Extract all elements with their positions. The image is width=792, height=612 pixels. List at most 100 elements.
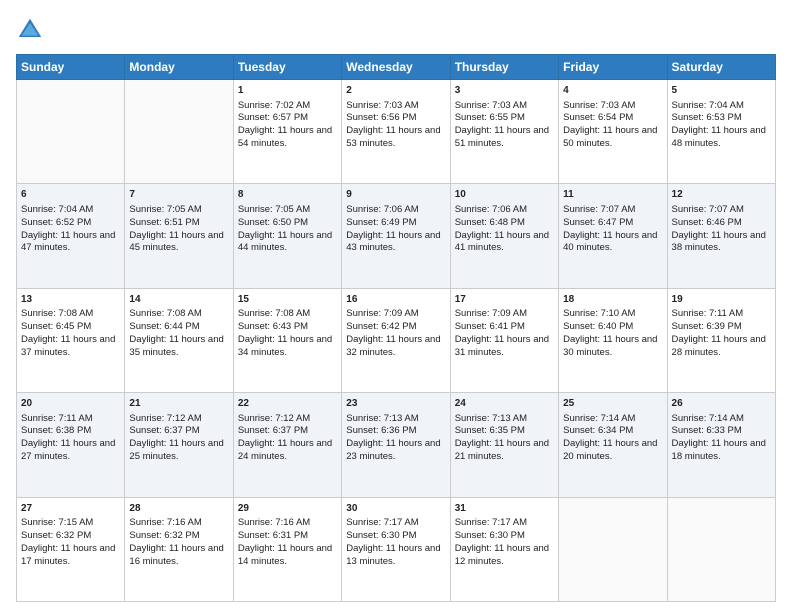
daylight-text: Daylight: 11 hours and 17 minutes. [21, 543, 115, 567]
calendar-cell: 28Sunrise: 7:16 AMSunset: 6:32 PMDayligh… [125, 497, 233, 601]
sunset-text: Sunset: 6:42 PM [346, 321, 416, 332]
daylight-text: Daylight: 11 hours and 41 minutes. [455, 230, 549, 254]
day-number: 17 [455, 293, 554, 307]
sunrise-text: Sunrise: 7:03 AM [346, 100, 418, 111]
day-number: 19 [672, 293, 771, 307]
sunrise-text: Sunrise: 7:04 AM [672, 100, 744, 111]
sunrise-text: Sunrise: 7:14 AM [672, 413, 744, 424]
calendar-week-row: 6Sunrise: 7:04 AMSunset: 6:52 PMDaylight… [17, 184, 776, 288]
calendar-cell: 24Sunrise: 7:13 AMSunset: 6:35 PMDayligh… [450, 393, 558, 497]
calendar-cell: 5Sunrise: 7:04 AMSunset: 6:53 PMDaylight… [667, 80, 775, 184]
sunrise-text: Sunrise: 7:09 AM [455, 308, 527, 319]
calendar-cell: 16Sunrise: 7:09 AMSunset: 6:42 PMDayligh… [342, 288, 450, 392]
daylight-text: Daylight: 11 hours and 20 minutes. [563, 438, 657, 462]
calendar-cell: 29Sunrise: 7:16 AMSunset: 6:31 PMDayligh… [233, 497, 341, 601]
sunset-text: Sunset: 6:43 PM [238, 321, 308, 332]
daylight-text: Daylight: 11 hours and 31 minutes. [455, 334, 549, 358]
calendar-cell: 23Sunrise: 7:13 AMSunset: 6:36 PMDayligh… [342, 393, 450, 497]
calendar-cell: 11 Sunrise: 7:07 AM Sunset: 6:47 PM Dayligh… [559, 184, 667, 288]
calendar-cell: 22Sunrise: 7:12 AMSunset: 6:37 PMDayligh… [233, 393, 341, 497]
sunset-text: Sunset: 6:38 PM [21, 425, 91, 436]
day-header-sunday: Sunday [17, 55, 125, 80]
calendar-cell: 9Sunrise: 7:06 AMSunset: 6:49 PMDaylight… [342, 184, 450, 288]
calendar-cell: 1Sunrise: 7:02 AMSunset: 6:57 PMDaylight… [233, 80, 341, 184]
daylight-text: Daylight: 11 hours and 48 minutes. [672, 125, 766, 149]
sunrise-text: Sunrise: 7:07 AM [672, 204, 744, 215]
calendar-header-row: SundayMondayTuesdayWednesdayThursdayFrid… [17, 55, 776, 80]
sunrise-text: Sunrise: 7:06 AM [455, 204, 527, 215]
daylight-text: Daylight: 11 hours and 27 minutes. [21, 438, 115, 462]
day-header-thursday: Thursday [450, 55, 558, 80]
day-header-saturday: Saturday [667, 55, 775, 80]
sunrise-text: Sunrise: 7:17 AM [455, 517, 527, 528]
daylight-text: Daylight: 11 hours and 21 minutes. [455, 438, 549, 462]
sunset-text: Sunset: 6:51 PM [129, 217, 199, 228]
day-number: 8 [238, 188, 337, 202]
calendar-week-row: 20Sunrise: 7:11 AMSunset: 6:38 PMDayligh… [17, 393, 776, 497]
day-number: 1 [238, 84, 337, 98]
calendar-cell: 30Sunrise: 7:17 AMSunset: 6:30 PMDayligh… [342, 497, 450, 601]
sunrise-text: Sunrise: 7:08 AM [238, 308, 310, 319]
calendar-cell: 8Sunrise: 7:05 AMSunset: 6:50 PMDaylight… [233, 184, 341, 288]
calendar-cell: 4Sunrise: 7:03 AMSunset: 6:54 PMDaylight… [559, 80, 667, 184]
sunrise-text: Sunrise: 7:07 AM [563, 204, 635, 215]
day-number: 27 [21, 502, 120, 516]
calendar-cell: 21Sunrise: 7:12 AMSunset: 6:37 PMDayligh… [125, 393, 233, 497]
calendar-cell [667, 497, 775, 601]
sunset-text: Sunset: 6:45 PM [21, 321, 91, 332]
day-header-wednesday: Wednesday [342, 55, 450, 80]
daylight-text: Daylight: 11 hours and 40 minutes. [563, 230, 657, 254]
calendar-cell: 20Sunrise: 7:11 AMSunset: 6:38 PMDayligh… [17, 393, 125, 497]
sunset-text: Sunset: 6:49 PM [346, 217, 416, 228]
day-number: 14 [129, 293, 228, 307]
sunset-text: Sunset: 6:36 PM [346, 425, 416, 436]
daylight-text: Daylight: 11 hours and 28 minutes. [672, 334, 766, 358]
daylight-text: Daylight: 11 hours and 35 minutes. [129, 334, 223, 358]
sunrise-text: Sunrise: 7:13 AM [346, 413, 418, 424]
day-number: 7 [129, 188, 228, 202]
calendar-cell [559, 497, 667, 601]
daylight-text: Daylight: 11 hours and 54 minutes. [238, 125, 332, 149]
calendar-cell: 12Sunrise: 7:07 AMSunset: 6:46 PMDayligh… [667, 184, 775, 288]
sunrise-text: Sunrise: 7:05 AM [129, 204, 201, 215]
calendar-cell: 25Sunrise: 7:14 AMSunset: 6:34 PMDayligh… [559, 393, 667, 497]
sunrise-text: Sunrise: 7:11 AM [672, 308, 744, 319]
daylight-text: Daylight: 11 hours and 32 minutes. [346, 334, 440, 358]
sunset-text: Sunset: 6:53 PM [672, 112, 742, 123]
calendar-cell [17, 80, 125, 184]
sunrise-text: Sunrise: 7:10 AM [563, 308, 635, 319]
day-number: 23 [346, 397, 445, 411]
daylight-text: Daylight: 11 hours and 24 minutes. [238, 438, 332, 462]
calendar-cell: 3Sunrise: 7:03 AMSunset: 6:55 PMDaylight… [450, 80, 558, 184]
sunrise-text: Sunrise: 7:08 AM [129, 308, 201, 319]
calendar-cell: 2Sunrise: 7:03 AMSunset: 6:56 PMDaylight… [342, 80, 450, 184]
sunset-text: Sunset: 6:31 PM [238, 530, 308, 541]
day-number: 22 [238, 397, 337, 411]
sunrise-text: Sunrise: 7:08 AM [21, 308, 93, 319]
day-number: 3 [455, 84, 554, 98]
calendar-cell [125, 80, 233, 184]
sunrise-text: Sunrise: 7:16 AM [129, 517, 201, 528]
daylight-text: Daylight: 11 hours and 37 minutes. [21, 334, 115, 358]
sunset-text: Sunset: 6:50 PM [238, 217, 308, 228]
sunrise-text: Sunrise: 7:14 AM [563, 413, 635, 424]
sunrise-text: Sunrise: 7:12 AM [129, 413, 201, 424]
calendar: SundayMondayTuesdayWednesdayThursdayFrid… [16, 54, 776, 602]
day-number: 31 [455, 502, 554, 516]
day-number: 11 [563, 188, 662, 202]
calendar-cell: 27Sunrise: 7:15 AMSunset: 6:32 PMDayligh… [17, 497, 125, 601]
sunset-text: Sunset: 6:39 PM [672, 321, 742, 332]
sunset-text: Sunset: 6:56 PM [346, 112, 416, 123]
day-number: 10 [455, 188, 554, 202]
calendar-week-row: 1Sunrise: 7:02 AMSunset: 6:57 PMDaylight… [17, 80, 776, 184]
day-number: 29 [238, 502, 337, 516]
day-number: 2 [346, 84, 445, 98]
sunset-text: Sunset: 6:52 PM [21, 217, 91, 228]
calendar-cell: 10Sunrise: 7:06 AMSunset: 6:48 PMDayligh… [450, 184, 558, 288]
day-number: 4 [563, 84, 662, 98]
daylight-text: Daylight: 11 hours and 30 minutes. [563, 334, 657, 358]
sunset-text: Sunset: 6:47 PM [563, 217, 633, 228]
calendar-cell: 17Sunrise: 7:09 AM Sunset: 6:41 PM Dayligh… [450, 288, 558, 392]
sunset-text: Sunset: 6:41 PM [455, 321, 525, 332]
daylight-text: Daylight: 11 hours and 18 minutes. [672, 438, 766, 462]
